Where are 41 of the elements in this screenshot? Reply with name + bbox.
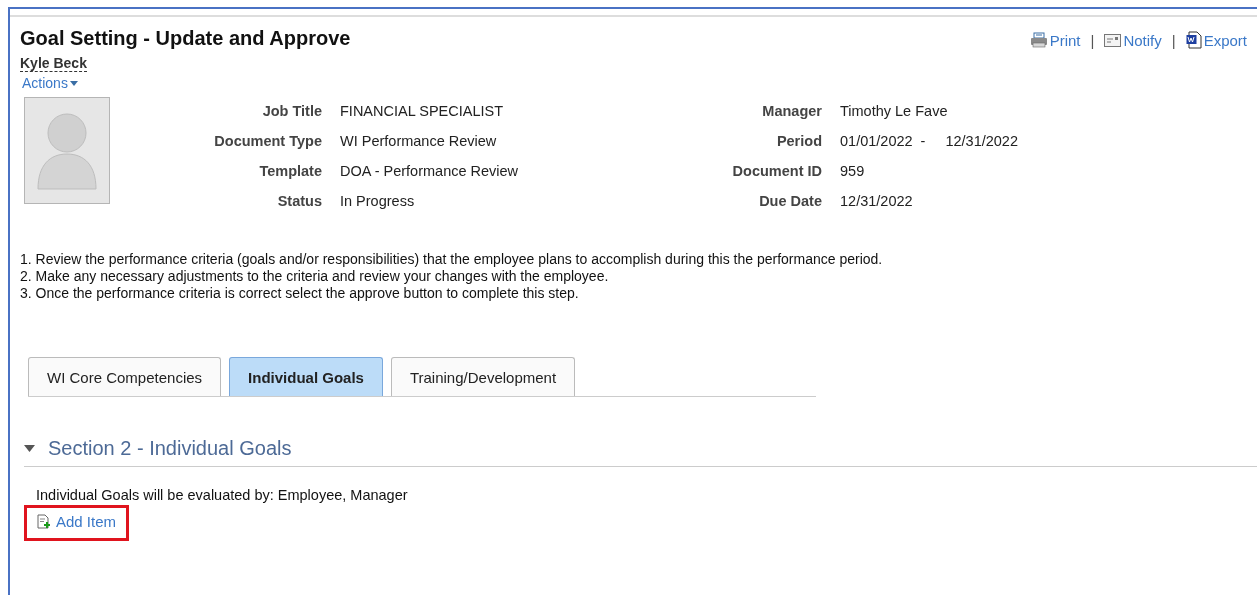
tab[interactable]: Individual Goals [229,357,383,396]
instruction-text: 3. Once the performance criteria is correct select the approve button to complete this step. [20,285,580,302]
tab[interactable]: WI Core Competencies [28,357,222,396]
separator: | [1171,31,1176,49]
collapse-icon[interactable] [24,445,35,452]
evaluated-by-text: Individual Goals will be evaluated by: Employee, Manager [36,487,409,503]
actions-menu[interactable]: Actions [22,75,78,91]
field-value: In Progress [340,192,415,211]
toolbar-link[interactable]: Print [1029,31,1081,49]
page-title: Goal Setting - Update and Approve [20,27,351,50]
employee-name-link[interactable]: Kyle Beck [20,56,87,72]
add-item-link[interactable]: Add Item [24,505,130,541]
print-icon [1029,32,1048,48]
field-value: 12/31/2022 [945,132,1018,151]
field-value: WI Performance Review [340,132,497,151]
field-value: FINANCIAL SPECIALIST [340,102,504,121]
tab[interactable]: Training/Development [390,357,576,396]
document-icon [1185,31,1202,49]
separator: | [1090,31,1095,49]
field-value: 12/31/2022 [840,192,913,211]
toolbar-link[interactable]: Export [1185,31,1247,49]
add-document-icon [37,514,51,529]
field-value: DOA - Performance Review [340,162,519,181]
field-label: Template [258,162,322,181]
field-value: Timothy Le Fave [840,102,948,121]
instruction-text: 1. Review the performance criteria (goals and/or responsibilities) that the employee plans to accomplish during this the performance period. [20,251,884,268]
field-label: Manager [761,102,822,121]
field-label: Document Type [213,132,322,151]
field-label: Due Date [758,192,822,211]
field-value: 01/01/2022 [840,132,913,151]
instruction-text: 2. Make any necessary adjustments to the criteria and review your changes with the employee. [20,268,610,285]
field-label: Status [276,192,322,211]
caret-icon [69,80,78,86]
field-label: Document ID [731,162,822,181]
field-label: Period [775,132,822,151]
date-separator: - [920,132,926,151]
field-label: Job Title [261,102,322,121]
envelope-icon [1104,33,1122,47]
toolbar-link[interactable]: Notify [1104,31,1162,49]
field-value: 959 [840,162,865,181]
section-title: Section 2 - Individual Goals [48,437,292,460]
